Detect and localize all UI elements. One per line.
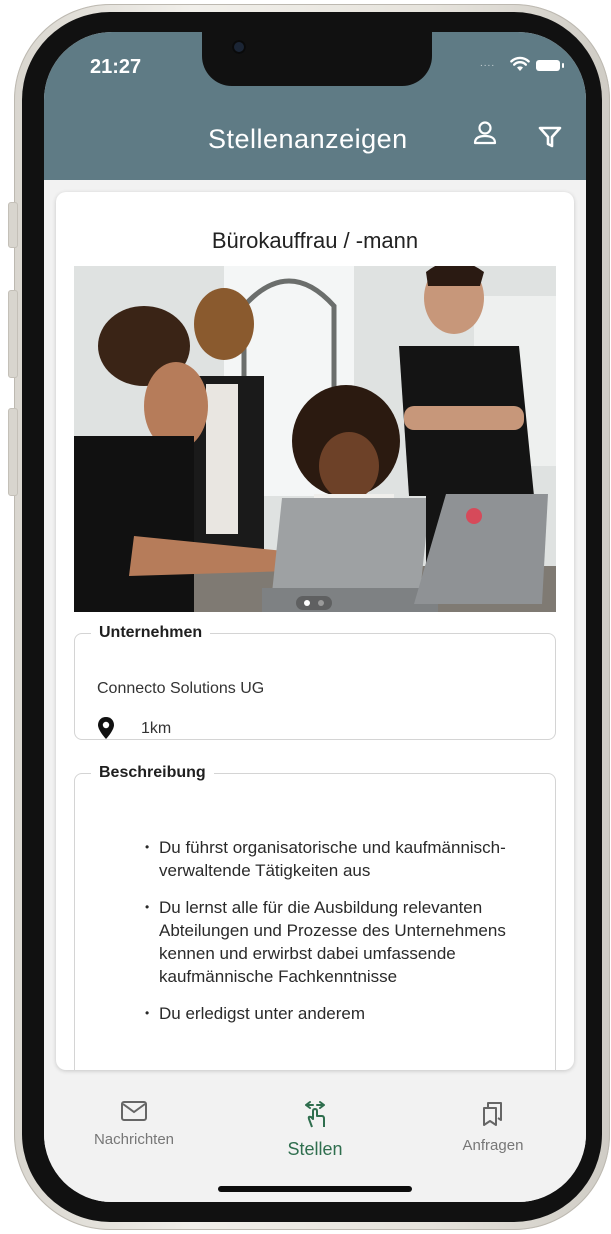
page-title: Stellenanzeigen: [208, 124, 408, 154]
location-pin-icon: [98, 717, 114, 739]
app-header: 21:27 .... Stellenanzeigen: [44, 32, 586, 180]
nav-label-nachrichten: Nachrichten: [93, 1131, 175, 1148]
filter-icon[interactable]: [538, 126, 562, 148]
description-list: Du führst organisatorische und kaufmänni…: [145, 836, 525, 1039]
camera-icon: [232, 40, 246, 54]
description-bullet: Du lernst alle für die Ausbildung releva…: [145, 896, 525, 988]
job-title: Bürokauffrau / -mann: [211, 228, 419, 253]
bottom-navigation: Nachrichten Stellen Anfragen: [44, 1082, 586, 1202]
carousel-indicator[interactable]: [296, 596, 332, 610]
nav-item-anfragen[interactable]: Anfragen: [448, 1100, 538, 1154]
wifi-icon: [510, 56, 530, 71]
app-screen: 21:27 .... Stellenanzeigen Bürokauffrau …: [44, 32, 586, 1202]
battery-icon: [536, 60, 564, 71]
status-time: 21:27: [90, 56, 142, 78]
person-icon[interactable]: [472, 120, 498, 146]
job-card[interactable]: Bürokauffrau / -mann Unternehmen Connect…: [56, 192, 574, 1070]
nav-item-nachrichten[interactable]: Nachrichten: [84, 1100, 184, 1148]
nav-label-anfragen: Anfragen: [462, 1137, 524, 1154]
nav-item-stellen[interactable]: Stellen: [266, 1100, 364, 1160]
signal-icon: ....: [480, 58, 496, 69]
job-photo[interactable]: [74, 266, 556, 612]
mute-switch: [8, 202, 18, 248]
volume-down-button: [8, 408, 18, 496]
description-bullet: Du führst organisatorische und kaufmänni…: [145, 836, 525, 882]
description-section-legend: Beschreibung: [99, 764, 206, 781]
swipe-hand-icon: [305, 1101, 325, 1128]
bookmarks-icon: [483, 1102, 502, 1126]
home-indicator[interactable]: [218, 1186, 412, 1192]
description-bullet: Du erledigst unter anderem: [145, 1002, 525, 1025]
notch: [202, 32, 432, 86]
volume-up-button: [8, 290, 18, 378]
carousel-dot[interactable]: [318, 600, 324, 606]
company-section: Unternehmen Connecto Solutions UG 1km: [74, 624, 556, 740]
team-photo-illustration: [74, 266, 556, 612]
company-name: Connecto Solutions UG: [97, 680, 265, 697]
description-section: Beschreibung Du führst organisatorische …: [74, 764, 556, 1070]
company-section-legend: Unternehmen: [99, 624, 203, 641]
nav-label-stellen: Stellen: [287, 1139, 343, 1159]
envelope-icon: [121, 1101, 147, 1121]
distance-value: 1km: [141, 720, 172, 737]
carousel-dot-active[interactable]: [304, 600, 310, 606]
